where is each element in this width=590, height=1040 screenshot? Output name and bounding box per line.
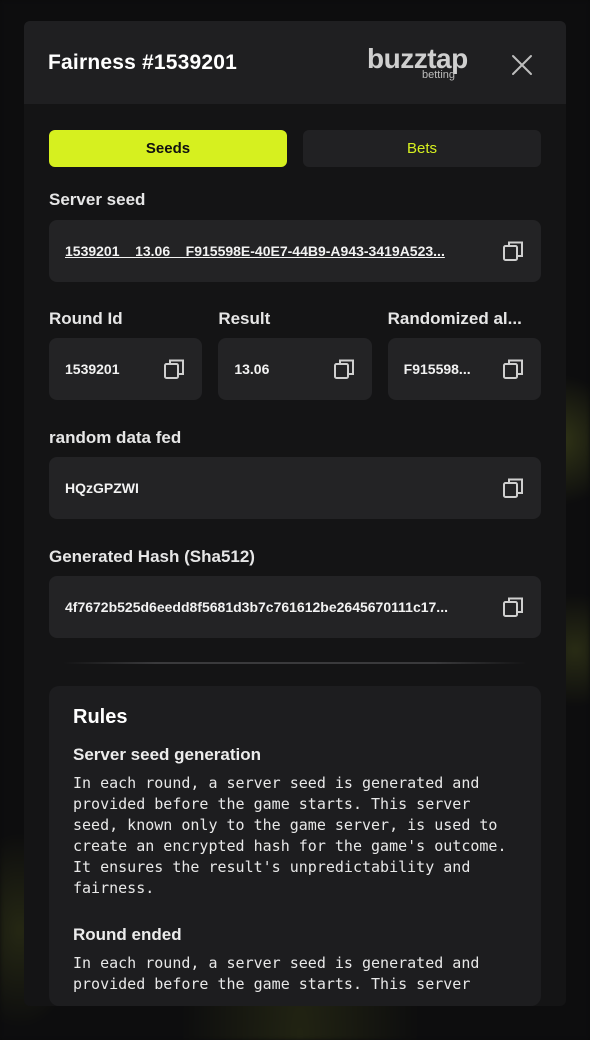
result-value: 13.06	[234, 361, 270, 377]
tab-seeds[interactable]: Seeds	[49, 130, 287, 167]
server-seed-value[interactable]: 1539201 _ 13.06 _ F915598E-40E7-44B9-A94…	[65, 243, 501, 259]
generated-hash-label: Generated Hash (Sha512)	[49, 547, 255, 566]
close-button[interactable]	[510, 53, 534, 77]
tab-bar: Seeds Bets	[49, 130, 541, 167]
server-seed-field: 1539201 _ 13.06 _ F915598E-40E7-44B9-A94…	[49, 220, 541, 282]
copy-icon[interactable]	[501, 476, 525, 500]
round-id-column: Round Id 1539201	[49, 309, 203, 400]
randomized-value: F915598...	[403, 361, 471, 377]
section-divider	[63, 662, 527, 664]
randomized-column: Randomized al... F915598...	[387, 309, 541, 400]
fairness-modal: Fairness #1539201 buzztap betting Seeds …	[24, 21, 566, 1006]
close-icon	[512, 55, 532, 75]
rules-section-text: In each round, a server seed is generate…	[73, 774, 507, 897]
generated-hash-value: 4f7672b525d6eedd8f5681d3b7c761612be26456…	[65, 599, 448, 615]
round-details-row: Round Id 1539201 Result 13.06 Randomized…	[49, 309, 541, 400]
rules-section-heading: Round ended	[73, 925, 182, 944]
rules-panel[interactable]: Rules Server seed generation In each rou…	[49, 686, 541, 1006]
logo-subtitle: betting	[422, 69, 456, 81]
modal-title: Fairness #1539201	[48, 50, 238, 74]
random-data-value: HQzGPZWI	[65, 480, 139, 496]
copy-icon[interactable]	[501, 239, 525, 263]
rules-section-heading: Server seed generation	[73, 745, 262, 764]
brand-logo: buzztap betting	[367, 43, 479, 83]
result-column: Result 13.06	[218, 309, 372, 400]
random-data-field: HQzGPZWI	[49, 457, 541, 519]
randomized-label: Randomized al...	[387, 309, 522, 328]
rules-section-text: In each round, a server seed is generate…	[73, 954, 480, 993]
copy-icon[interactable]	[162, 357, 186, 381]
rules-title: Rules	[73, 706, 128, 728]
random-data-label: random data fed	[49, 428, 182, 447]
round-id-value: 1539201	[65, 361, 120, 377]
copy-icon[interactable]	[501, 595, 525, 619]
round-id-label: Round Id	[49, 309, 123, 328]
modal-content: Seeds Bets Server seed 1539201 _ 13.06 _…	[24, 104, 566, 1006]
round-id-field: 1539201	[49, 338, 203, 400]
copy-icon[interactable]	[332, 357, 356, 381]
result-label: Result	[218, 309, 271, 328]
tab-bets[interactable]: Bets	[303, 130, 541, 167]
copy-icon[interactable]	[501, 357, 525, 381]
generated-hash-field: 4f7672b525d6eedd8f5681d3b7c761612be26456…	[49, 576, 541, 638]
randomized-field: F915598...	[387, 338, 541, 400]
result-field: 13.06	[218, 338, 372, 400]
modal-header: Fairness #1539201 buzztap betting	[24, 21, 566, 104]
server-seed-label: Server seed	[49, 190, 146, 209]
